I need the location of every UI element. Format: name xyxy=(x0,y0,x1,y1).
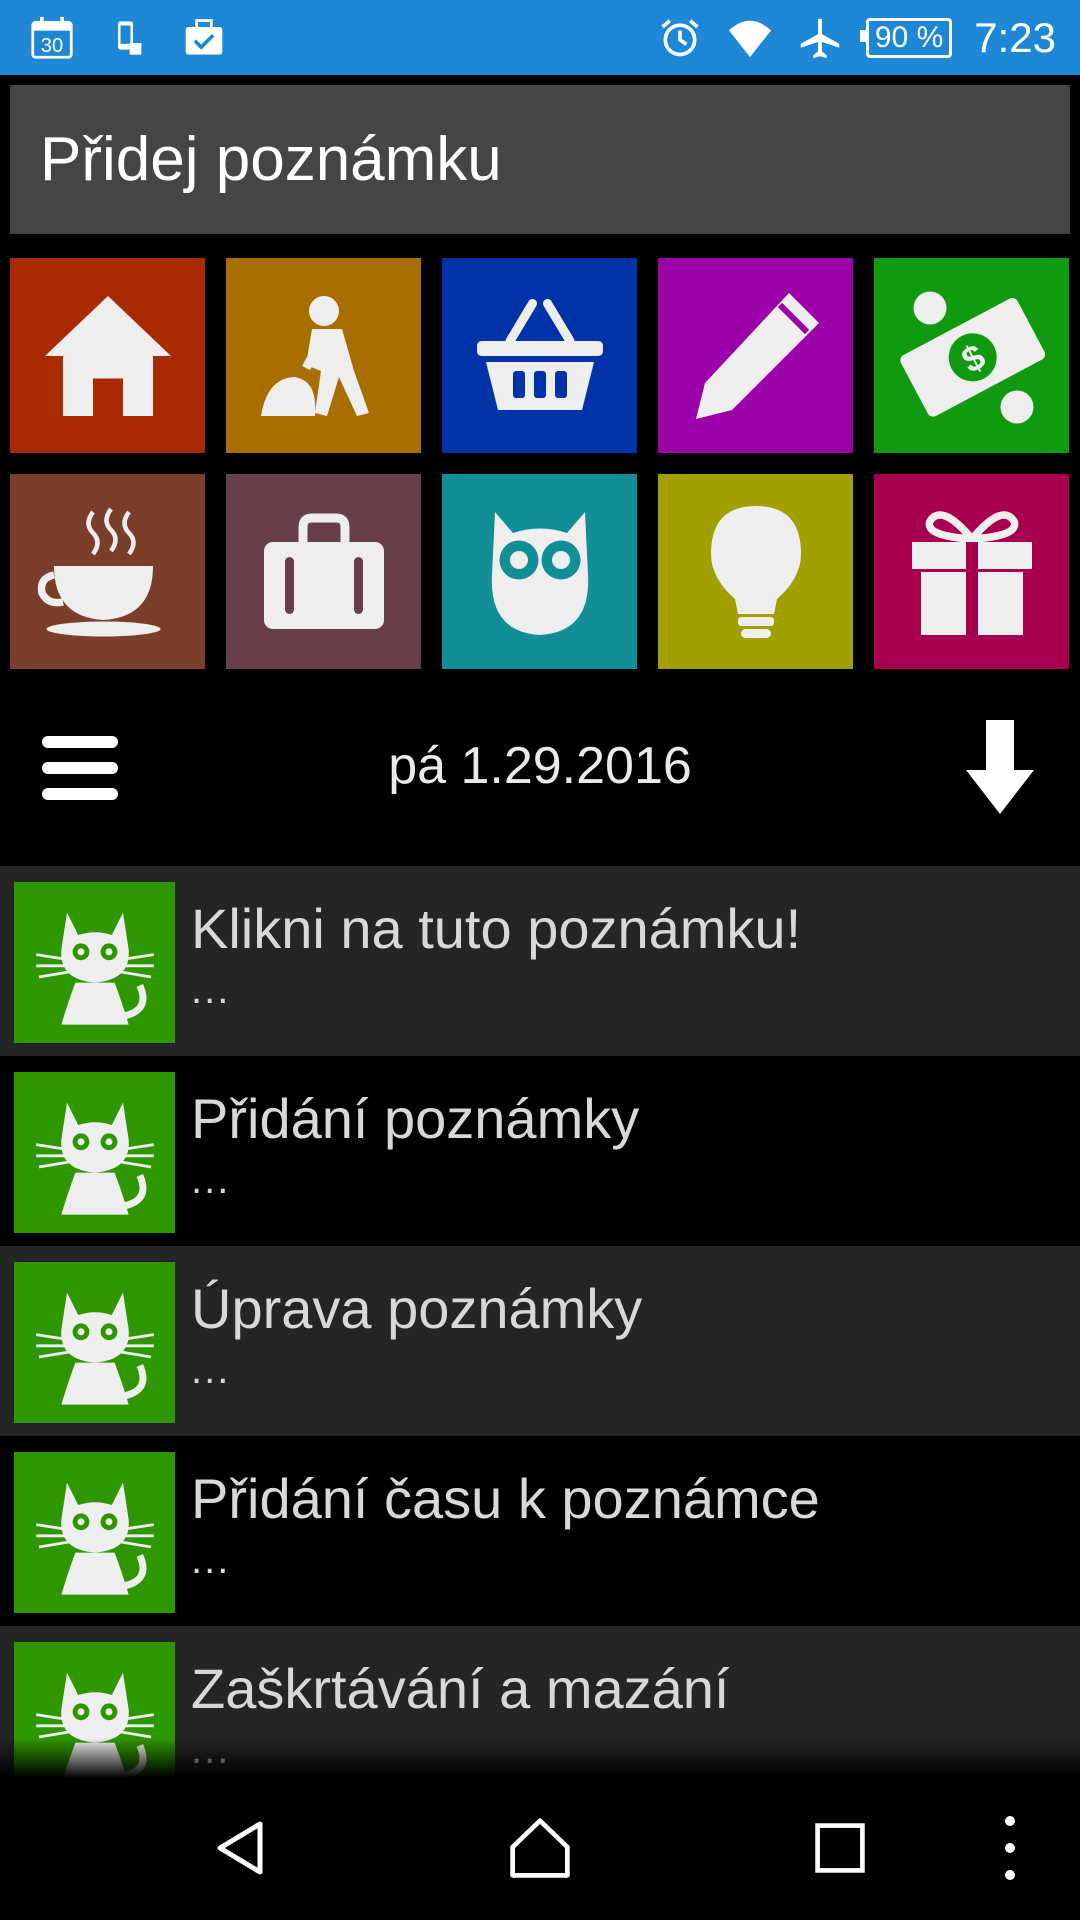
notes-list: Klikni na tuto poznámku! ... Přidání poz… xyxy=(0,866,1080,1816)
note-thumbnail xyxy=(14,1452,175,1613)
basket-icon xyxy=(476,298,603,410)
home-outline-icon xyxy=(510,1818,570,1878)
note-thumbnail xyxy=(14,1072,175,1233)
arrow-down-icon[interactable] xyxy=(962,720,1038,816)
cat-icon xyxy=(35,1482,154,1595)
list-fade xyxy=(0,1738,1080,1778)
category-grid: $ xyxy=(10,258,1070,669)
note-row[interactable]: Úprava poznámky ... xyxy=(0,1246,1080,1436)
note-title: Úprava poznámky xyxy=(191,1277,643,1340)
airplane-icon xyxy=(796,14,844,62)
cat-icon xyxy=(35,912,154,1025)
home-button[interactable] xyxy=(500,1808,580,1888)
note-title-input[interactable]: Přidej poznámku xyxy=(10,85,1070,234)
overflow-menu-button[interactable] xyxy=(980,1808,1040,1888)
date-toolbar: pá 1.29.2016 xyxy=(0,700,1080,830)
calendar-30-icon: 30 xyxy=(28,14,76,62)
suitcase-icon xyxy=(263,513,384,629)
category-tile-school[interactable] xyxy=(442,474,637,669)
note-thumbnail xyxy=(14,882,175,1043)
alarm-icon xyxy=(656,14,704,62)
battery-indicator: 90 % xyxy=(859,17,953,58)
lightbulb-icon xyxy=(710,505,801,638)
gift-icon xyxy=(911,510,1032,635)
owl-icon xyxy=(491,511,588,635)
worker-shovel-icon xyxy=(260,295,369,416)
briefcase-check-icon xyxy=(180,14,228,62)
note-preview: ... xyxy=(191,1157,231,1202)
date-label[interactable]: pá 1.29.2016 xyxy=(0,736,1080,796)
clock: 7:23 xyxy=(974,13,1056,61)
three-dots-icon xyxy=(1005,1816,1015,1880)
back-triangle-icon xyxy=(217,1821,263,1875)
category-tile-shopping[interactable] xyxy=(442,258,637,453)
category-tile-travel[interactable] xyxy=(226,474,421,669)
note-preview: ... xyxy=(191,967,231,1012)
note-title: Zaškrtávání a mazání xyxy=(191,1657,730,1720)
category-tile-home[interactable] xyxy=(10,258,205,453)
note-row[interactable]: Přidání poznámky ... xyxy=(0,1056,1080,1246)
category-tile-write[interactable] xyxy=(658,258,853,453)
note-preview: ... xyxy=(191,1347,231,1392)
cat-icon xyxy=(35,1102,154,1215)
category-tile-gift[interactable] xyxy=(874,474,1069,669)
svg-text:30: 30 xyxy=(41,34,63,56)
category-tile-coffee[interactable] xyxy=(10,474,205,669)
category-tile-money[interactable]: $ xyxy=(874,258,1069,453)
note-row[interactable]: Přidání času k poznámce ... xyxy=(0,1436,1080,1626)
navigation-bar xyxy=(0,1778,1080,1920)
note-title: Klikni na tuto poznámku! xyxy=(191,897,802,960)
pencil-icon xyxy=(695,292,819,419)
note-row[interactable]: Klikni na tuto poznámku! ... xyxy=(0,866,1080,1056)
note-title: Přidání času k poznámce xyxy=(191,1467,820,1530)
status-bar: 30 90 % 7:23 xyxy=(0,0,1080,75)
cat-icon xyxy=(35,1292,154,1405)
note-title: Přidání poznámky xyxy=(191,1087,640,1150)
phone-vibrate-icon xyxy=(104,14,152,62)
wifi-icon xyxy=(726,14,774,62)
recent-apps-button[interactable] xyxy=(800,1808,880,1888)
note-title-value: Přidej poznámku xyxy=(40,125,502,194)
coffee-cup-icon xyxy=(37,507,160,636)
house-icon xyxy=(44,295,171,416)
battery-level: 90 % xyxy=(874,20,944,54)
category-tile-idea[interactable] xyxy=(658,474,853,669)
category-tile-work[interactable] xyxy=(226,258,421,453)
money-icon: $ xyxy=(899,291,1045,423)
back-button[interactable] xyxy=(200,1808,280,1888)
note-preview: ... xyxy=(191,1537,231,1582)
square-outline-icon xyxy=(815,1823,865,1873)
note-thumbnail xyxy=(14,1262,175,1423)
